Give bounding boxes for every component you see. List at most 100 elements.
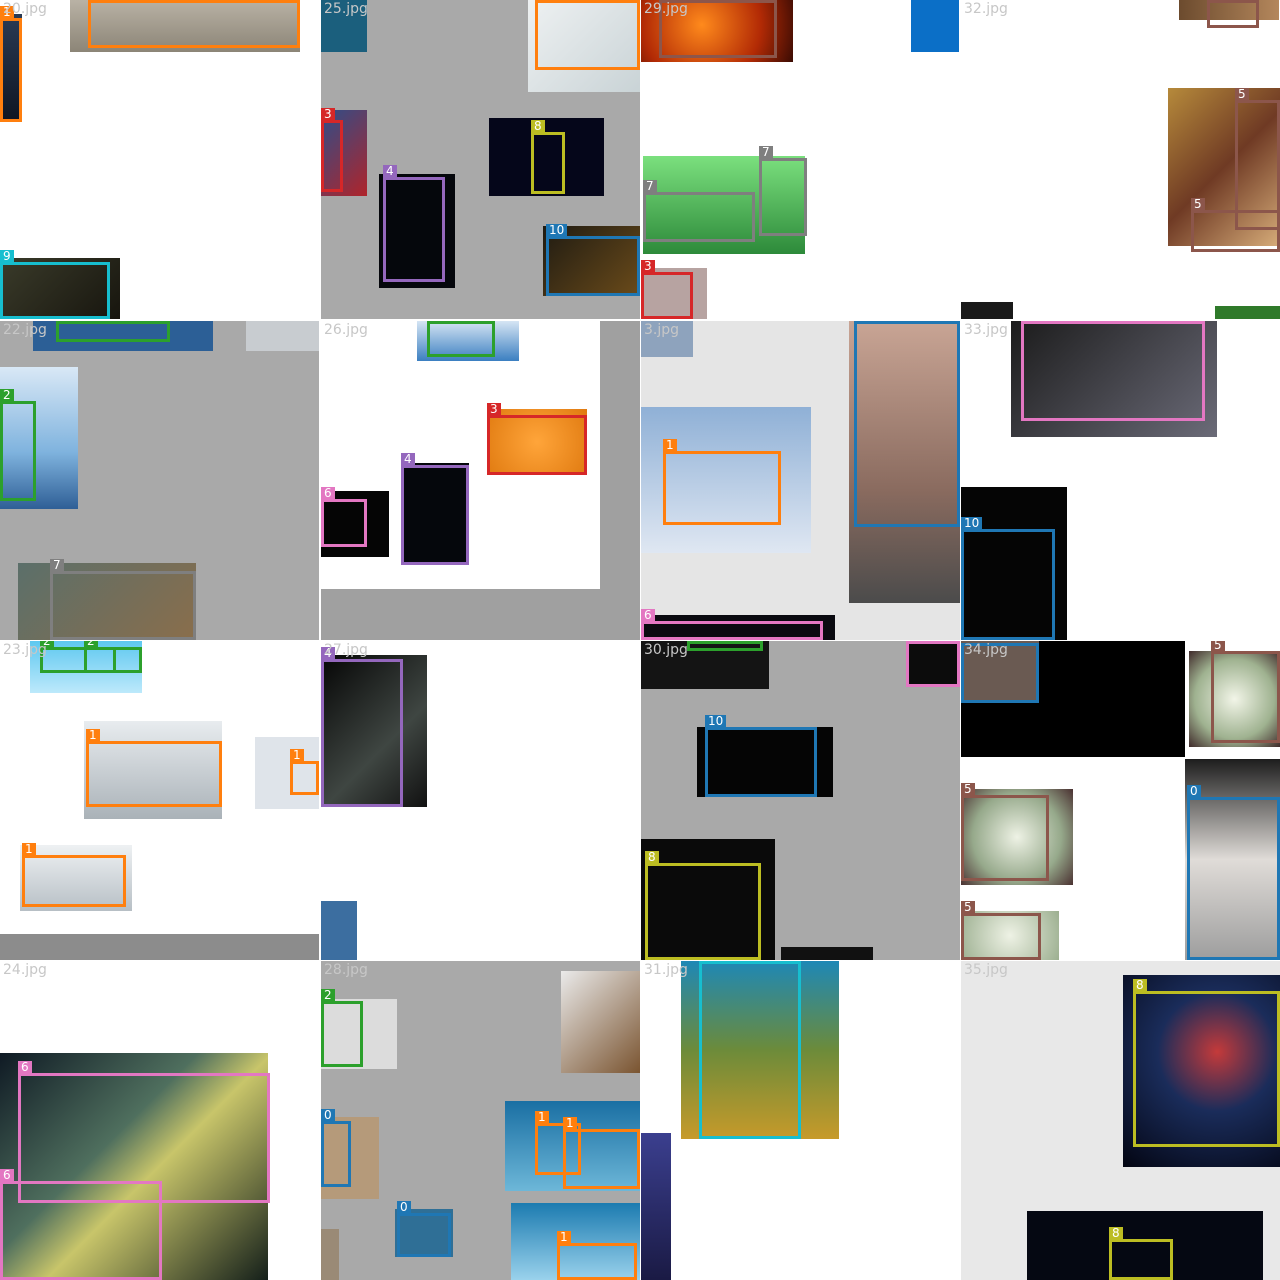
bbox-4: 4 (383, 165, 445, 282)
bbox-9: 9 (0, 250, 110, 319)
bbox-1c: 1 (22, 843, 126, 907)
bbox-label: 2 (0, 389, 14, 402)
tile-26: 3 4 6 26.jpg (321, 321, 640, 640)
bbox-5c: 5 (961, 901, 1041, 960)
bbox-2-top (56, 321, 170, 342)
tile-filename: 20.jpg (3, 1, 47, 17)
bbox-1: 1 (663, 439, 781, 525)
bbox-5b: 5 (1191, 198, 1280, 252)
bbox-3: 3 (641, 260, 693, 319)
image-small-brown (321, 1229, 339, 1280)
tile-22: 2 7 22.jpg (0, 321, 319, 640)
bbox-4: 4 (321, 647, 403, 807)
mosaic-grid: 1 9 20.jpg 3 4 8 10 25.jpg 7 7 3 29.jpg … (0, 0, 1280, 1280)
bbox-label: 7 (50, 559, 64, 572)
bbox-10: 10 (705, 715, 817, 797)
bbox-0a: 0 (321, 1109, 351, 1187)
bbox-label: 1 (86, 729, 100, 742)
image-dark-bottom (781, 947, 873, 960)
tile-32: 5 5 32.jpg (961, 0, 1280, 319)
tile-filename: 27.jpg (324, 642, 368, 658)
bbox-6: 6 (641, 609, 823, 640)
bbox-2: 2 (0, 389, 36, 501)
bbox-6 (1021, 321, 1205, 421)
gray-bottom-bar (0, 934, 319, 960)
bbox-8: 8 (531, 120, 565, 194)
bbox-label: 8 (531, 120, 545, 133)
bbox-label: 10 (546, 224, 568, 237)
bbox-label: 3 (321, 108, 335, 121)
tile-filename: 3.jpg (644, 322, 680, 338)
bbox-2: 2 (321, 989, 363, 1067)
image-sea-cucumber (561, 971, 640, 1073)
bbox-label: 3 (641, 260, 655, 273)
bbox-label: 6 (641, 609, 655, 622)
bbox-label: 1 (290, 749, 304, 762)
bbox-label: 5 (961, 783, 975, 796)
tile-28: 2 0 1 1 0 1 28.jpg (321, 961, 640, 1280)
bbox-6 (906, 641, 960, 687)
bbox-7a: 7 (759, 146, 807, 236)
bbox-0: 0 (1187, 785, 1280, 960)
bbox-1b: 1 (290, 749, 319, 795)
tile-25: 3 4 8 10 25.jpg (321, 0, 640, 319)
bbox-label: 5 (961, 901, 975, 914)
image-sea-water (321, 901, 357, 960)
tile-23: 2 2 1 1 1 23.jpg (0, 641, 319, 960)
image-purple-strip (641, 1133, 671, 1280)
tile-filename: 30.jpg (644, 642, 688, 658)
bbox-label: 8 (645, 851, 659, 864)
bbox-label: 0 (397, 1201, 411, 1214)
bbox-2 (427, 321, 495, 357)
bbox-3: 3 (487, 403, 587, 475)
bbox-7: 7 (50, 559, 196, 640)
bbox-label: 1 (663, 439, 677, 452)
bbox-2 (687, 641, 763, 651)
tile-filename: 34.jpg (964, 642, 1008, 658)
tile-filename: 26.jpg (324, 322, 368, 338)
bbox-6b: 6 (0, 1169, 162, 1280)
bbox-label: 1 (557, 1231, 571, 1244)
bbox-5b: 5 (961, 783, 1049, 881)
bbox-10: 10 (546, 224, 640, 296)
tile-filename: 22.jpg (3, 322, 47, 338)
bbox-label: 5 (1191, 198, 1205, 211)
bbox-8: 8 (645, 851, 761, 960)
tile-20: 1 9 20.jpg (0, 0, 319, 319)
tile-filename: 25.jpg (324, 1, 368, 17)
bbox-label: 5 (1211, 641, 1225, 652)
tile-3: 1 6 3.jpg (641, 321, 960, 640)
bbox-label: 6 (0, 1169, 14, 1182)
bbox-10: 10 (961, 517, 1055, 640)
bbox-label: 0 (1187, 785, 1201, 798)
gray-panel-bottom (321, 589, 640, 640)
bbox-label: 8 (1109, 1227, 1123, 1240)
bbox-label: 8 (1133, 979, 1147, 992)
bbox-label: 5 (1235, 88, 1249, 101)
bbox-1a: 1 (86, 729, 222, 807)
image-wave-right (246, 321, 319, 351)
tile-filename: 35.jpg (964, 962, 1008, 978)
bbox-3: 3 (321, 108, 343, 192)
bbox-5a: 5 (1211, 641, 1280, 743)
tile-filename: 32.jpg (964, 1, 1008, 17)
bbox-1: 1 (0, 6, 22, 122)
bbox-7b: 7 (643, 180, 755, 242)
bbox-2b: 2 (84, 641, 142, 673)
bbox-label: 9 (0, 250, 14, 263)
bbox-label: 7 (759, 146, 773, 159)
tile-filename: 33.jpg (964, 322, 1008, 338)
bbox-label: 2 (84, 641, 98, 648)
bbox-label: 3 (487, 403, 501, 416)
bbox-1b: 1 (563, 1117, 640, 1189)
bbox-6: 6 (321, 487, 367, 547)
bbox-label: 10 (961, 517, 983, 530)
bbox-label: 2 (321, 989, 335, 1002)
tile-filename: 28.jpg (324, 962, 368, 978)
bbox-label: 0 (321, 1109, 335, 1122)
tile-35: 8 8 35.jpg (961, 961, 1280, 1280)
image-sea-blue (911, 0, 959, 52)
image-green-bottom (1215, 306, 1280, 319)
bbox-label: 10 (705, 715, 727, 728)
tile-34: 5 5 0 5 34.jpg (961, 641, 1280, 960)
